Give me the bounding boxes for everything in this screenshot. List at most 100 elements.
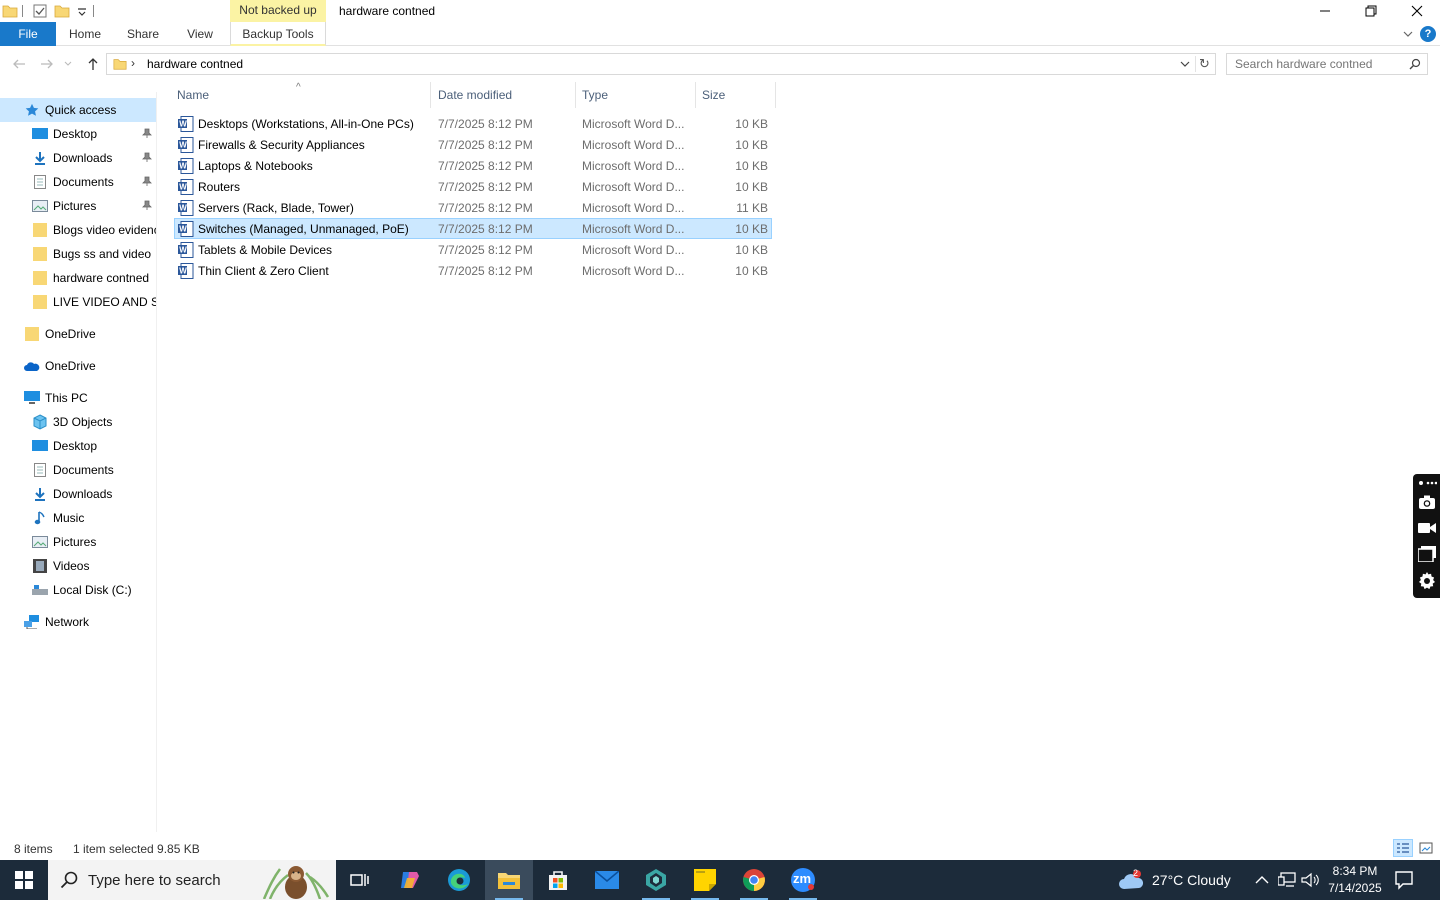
sidebar-item-3d-objects[interactable]: 3D Objects	[0, 410, 156, 434]
network-status-icon[interactable]	[1278, 872, 1296, 888]
onedrive-cloud-icon	[24, 358, 40, 374]
tab-backup-tools[interactable]: Backup Tools	[230, 22, 326, 46]
settings-button[interactable]	[1417, 571, 1437, 591]
separator	[22, 5, 23, 17]
sidebar-item-local-disk[interactable]: Local Disk (C:)	[0, 578, 156, 602]
word-document-icon: W	[178, 263, 194, 279]
column-header-date[interactable]: Date modified	[432, 82, 576, 108]
taskbar-search-box[interactable]: Type here to search	[48, 860, 336, 900]
breadcrumb-current[interactable]: hardware contned	[147, 57, 243, 71]
column-header-name[interactable]: Name	[171, 82, 431, 108]
taskbar-app-file-explorer[interactable]	[485, 860, 533, 900]
pin-icon[interactable]	[142, 152, 152, 162]
screenshot-button[interactable]	[1417, 492, 1437, 512]
sidebar-item-label: Downloads	[53, 151, 113, 165]
toolbar-menu-button[interactable]	[1417, 476, 1437, 490]
taskbar-app-store[interactable]	[534, 860, 582, 900]
file-row[interactable]: W Tablets & Mobile Devices 7/7/2025 8:12…	[174, 239, 772, 260]
sidebar-item-downloads[interactable]: Downloads	[0, 146, 156, 170]
sidebar-item-bugs-ss[interactable]: Bugs ss and video	[0, 242, 156, 266]
file-size: 10 KB	[735, 138, 768, 152]
column-header-type[interactable]: Type	[576, 82, 696, 108]
new-folder-icon[interactable]	[54, 3, 70, 19]
sidebar-item-music[interactable]: Music	[0, 506, 156, 530]
sidebar-item-this-pc[interactable]: This PC	[0, 386, 156, 410]
sidebar-item-quick-access[interactable]: Quick access	[0, 98, 156, 122]
navigation-pane: Quick access Desktop Downloads Documents…	[0, 92, 157, 832]
taskbar-app-code-editor[interactable]	[632, 860, 680, 900]
forward-button[interactable]	[38, 55, 56, 73]
address-dropdown-icon[interactable]	[1179, 58, 1191, 70]
recent-locations-button[interactable]	[62, 55, 74, 73]
file-row[interactable]: W Laptops & Notebooks 7/7/2025 8:12 PM M…	[174, 155, 772, 176]
weather-widget[interactable]: 2 27°C Cloudy	[1118, 860, 1231, 900]
sidebar-item-pc-desktop[interactable]: Desktop	[0, 434, 156, 458]
tab-share[interactable]: Share	[120, 22, 166, 46]
file-row-selected[interactable]: W Switches (Managed, Unmanaged, PoE) 7/7…	[174, 218, 772, 239]
sidebar-item-desktop[interactable]: Desktop	[0, 122, 156, 146]
sidebar-item-onedrive-folder[interactable]: OneDrive	[0, 322, 156, 346]
edge-browser-icon	[448, 869, 470, 891]
sidebar-item-pictures[interactable]: Pictures	[0, 194, 156, 218]
system-clock[interactable]: 8:34 PM 7/14/2025	[1322, 863, 1388, 897]
sidebar-item-pc-downloads[interactable]: Downloads	[0, 482, 156, 506]
svg-text:W: W	[179, 246, 187, 255]
file-row[interactable]: W Routers 7/7/2025 8:12 PM Microsoft Wor…	[174, 176, 772, 197]
customize-toolbar-chevron-icon[interactable]	[74, 3, 90, 19]
sidebar-item-videos[interactable]: Videos	[0, 554, 156, 578]
taskbar-app-chrome[interactable]	[730, 860, 778, 900]
file-row[interactable]: W Servers (Rack, Blade, Tower) 7/7/2025 …	[174, 197, 772, 218]
close-button[interactable]	[1394, 0, 1440, 22]
task-view-button[interactable]	[336, 860, 384, 900]
details-view-button[interactable]	[1393, 839, 1413, 857]
large-icons-view-button[interactable]	[1416, 839, 1436, 857]
back-button[interactable]	[10, 55, 28, 73]
tab-home[interactable]: Home	[62, 22, 108, 46]
breadcrumb-chevron-icon[interactable]: ›	[131, 56, 135, 70]
code-editor-icon	[646, 869, 666, 891]
show-hidden-icons-chevron-icon[interactable]	[1255, 875, 1269, 885]
tab-file[interactable]: File	[0, 22, 56, 46]
taskbar-app-sticky-notes[interactable]	[681, 860, 729, 900]
file-row[interactable]: W Thin Client & Zero Client 7/7/2025 8:1…	[174, 260, 772, 281]
volume-icon[interactable]	[1301, 872, 1319, 888]
sidebar-item-blogs-video[interactable]: Blogs video evidenc	[0, 218, 156, 242]
address-bar[interactable]: › hardware contned ↻	[106, 53, 1216, 75]
file-row[interactable]: W Desktops (Workstations, All-in-One PCs…	[174, 113, 772, 134]
taskbar-app-mail[interactable]	[583, 860, 631, 900]
file-row[interactable]: W Firewalls & Security Appliances 7/7/20…	[174, 134, 772, 155]
start-button[interactable]	[0, 860, 48, 900]
sidebar-item-pc-documents[interactable]: Documents	[0, 458, 156, 482]
window-title: hardware contned	[339, 4, 436, 18]
column-header-size[interactable]: Size	[696, 82, 776, 108]
refresh-button[interactable]: ↻	[1195, 56, 1213, 72]
expand-ribbon-chevron-icon[interactable]	[1402, 28, 1414, 40]
restore-button[interactable]	[1348, 0, 1394, 22]
taskbar-app-copilot[interactable]	[386, 860, 434, 900]
up-button[interactable]	[84, 55, 102, 73]
window-capture-button[interactable]	[1417, 544, 1437, 564]
sidebar-item-network[interactable]: Network	[0, 610, 156, 634]
search-box[interactable]	[1226, 53, 1428, 75]
taskbar-app-edge[interactable]	[435, 860, 483, 900]
pin-icon[interactable]	[142, 176, 152, 186]
notification-center-icon[interactable]	[1394, 870, 1414, 890]
sidebar-item-documents[interactable]: Documents	[0, 170, 156, 194]
pictures-icon	[32, 198, 48, 214]
properties-icon[interactable]	[32, 3, 48, 19]
sidebar-item-hardware-contned[interactable]: hardware contned	[0, 266, 156, 290]
status-selection: 1 item selected 9.85 KB	[73, 842, 200, 856]
search-icon[interactable]	[1409, 58, 1421, 70]
sidebar-item-live-video[interactable]: LIVE VIDEO AND SS	[0, 290, 156, 314]
minimize-button[interactable]	[1302, 0, 1348, 22]
search-input[interactable]	[1228, 55, 1404, 73]
mail-envelope-icon	[595, 871, 619, 889]
taskbar-app-zoom[interactable]: zm	[779, 860, 827, 900]
pin-icon[interactable]	[142, 128, 152, 138]
tab-view[interactable]: View	[178, 22, 222, 46]
sidebar-item-onedrive[interactable]: OneDrive	[0, 354, 156, 378]
sidebar-item-pc-pictures[interactable]: Pictures	[0, 530, 156, 554]
pin-icon[interactable]	[142, 200, 152, 210]
record-video-button[interactable]	[1417, 518, 1437, 538]
help-icon[interactable]: ?	[1420, 26, 1436, 42]
